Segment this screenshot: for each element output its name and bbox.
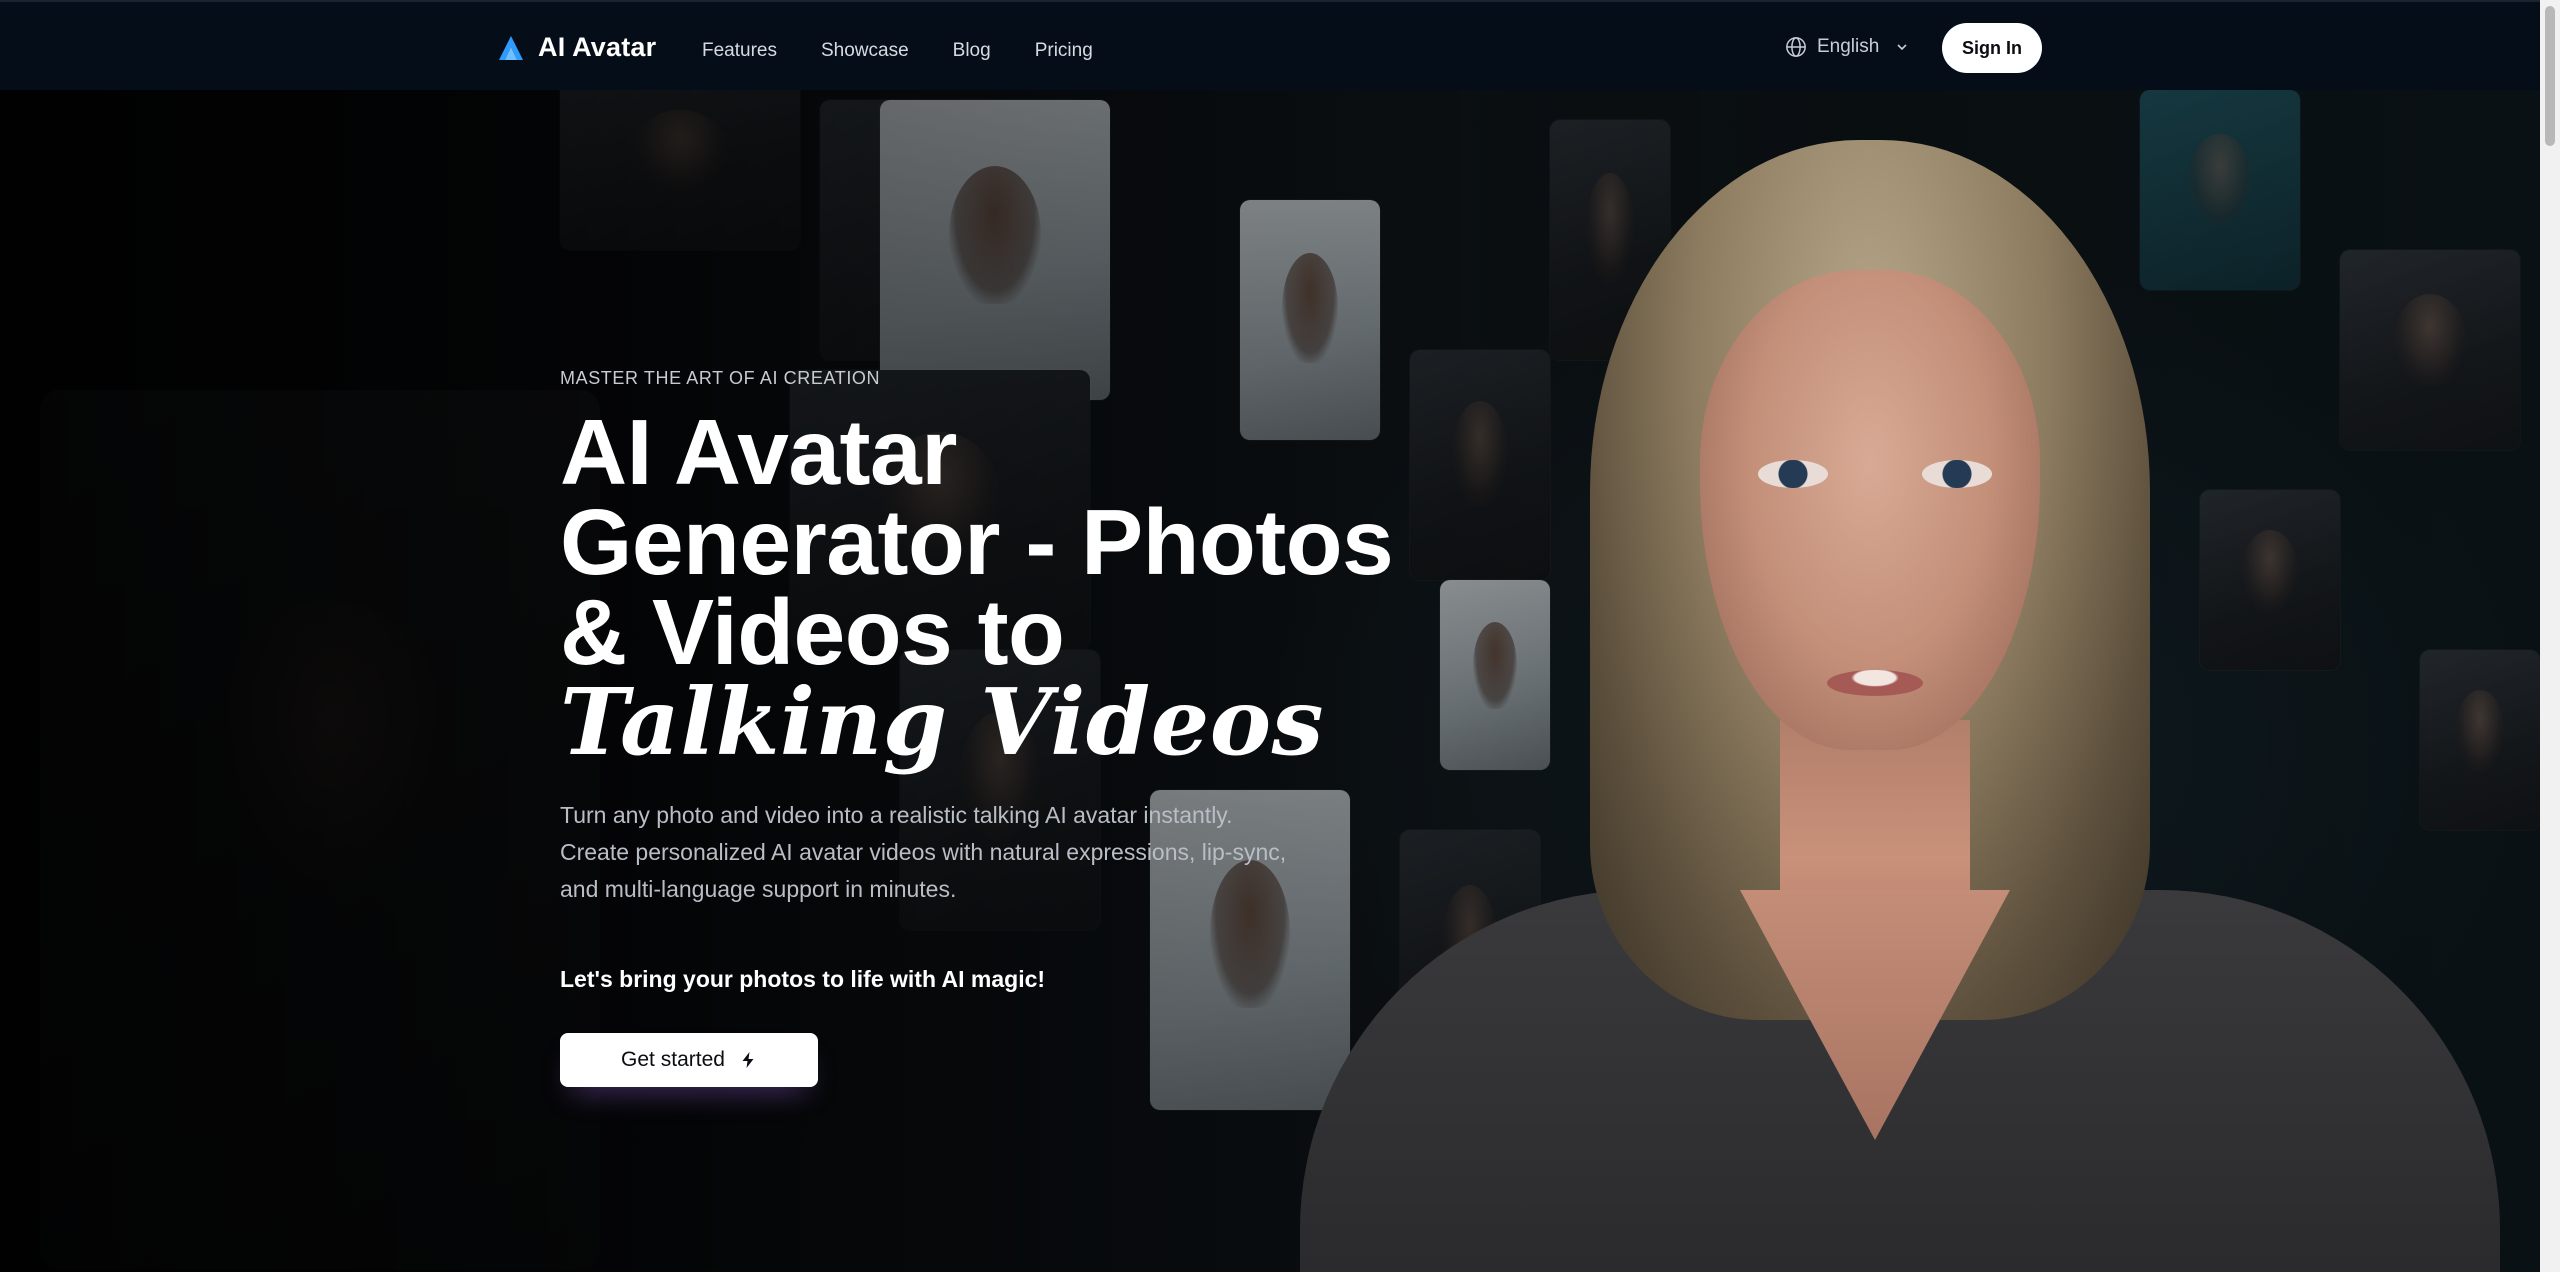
page-scrollbar[interactable] — [2540, 0, 2560, 1272]
headline-italic: Talking Videos — [560, 677, 1460, 767]
hero-tagline: Let's bring your photos to life with AI … — [560, 966, 1460, 993]
chevron-down-icon — [1895, 40, 1909, 54]
headline-line-2: Generator - Photos — [560, 497, 1460, 587]
nav-features[interactable]: Features — [702, 40, 777, 62]
nav-showcase[interactable]: Showcase — [821, 40, 909, 62]
top-navbar: AI Avatar Features Showcase Blog Pricing… — [0, 0, 2540, 90]
sign-in-button[interactable]: Sign In — [1942, 23, 2042, 73]
language-label: English — [1817, 36, 1879, 58]
get-started-label: Get started — [621, 1048, 725, 1072]
main-nav: Features Showcase Blog Pricing — [702, 40, 1093, 62]
language-selector[interactable]: English — [1785, 36, 1909, 58]
avatar-eye-right — [1922, 460, 1992, 488]
get-started-button[interactable]: Get started — [560, 1033, 818, 1087]
logo-icon — [498, 35, 524, 61]
nav-blog[interactable]: Blog — [953, 40, 991, 62]
avatar-mouth — [1827, 670, 1923, 696]
hero-headline: AI Avatar Generator - Photos & Videos to… — [560, 407, 1460, 767]
avatar-portrait — [1300, 130, 2500, 1272]
headline-line-3: & Videos to — [560, 587, 1460, 677]
nav-pricing[interactable]: Pricing — [1035, 40, 1093, 62]
hero-eyebrow: MASTER THE ART OF AI CREATION — [560, 368, 1460, 389]
scrollbar-thumb[interactable] — [2545, 6, 2555, 146]
hero-section: MASTER THE ART OF AI CREATION AI Avatar … — [560, 368, 1460, 1087]
brand-logo[interactable]: AI Avatar — [498, 32, 656, 63]
avatar-eye-left — [1758, 460, 1828, 488]
hero-description: Turn any photo and video into a realisti… — [560, 797, 1290, 908]
headline-line-1: AI Avatar — [560, 407, 1460, 497]
bolt-icon — [739, 1051, 757, 1069]
page: AI Avatar Features Showcase Blog Pricing… — [0, 0, 2560, 1272]
globe-icon — [1785, 36, 1807, 58]
brand-name: AI Avatar — [538, 32, 656, 63]
